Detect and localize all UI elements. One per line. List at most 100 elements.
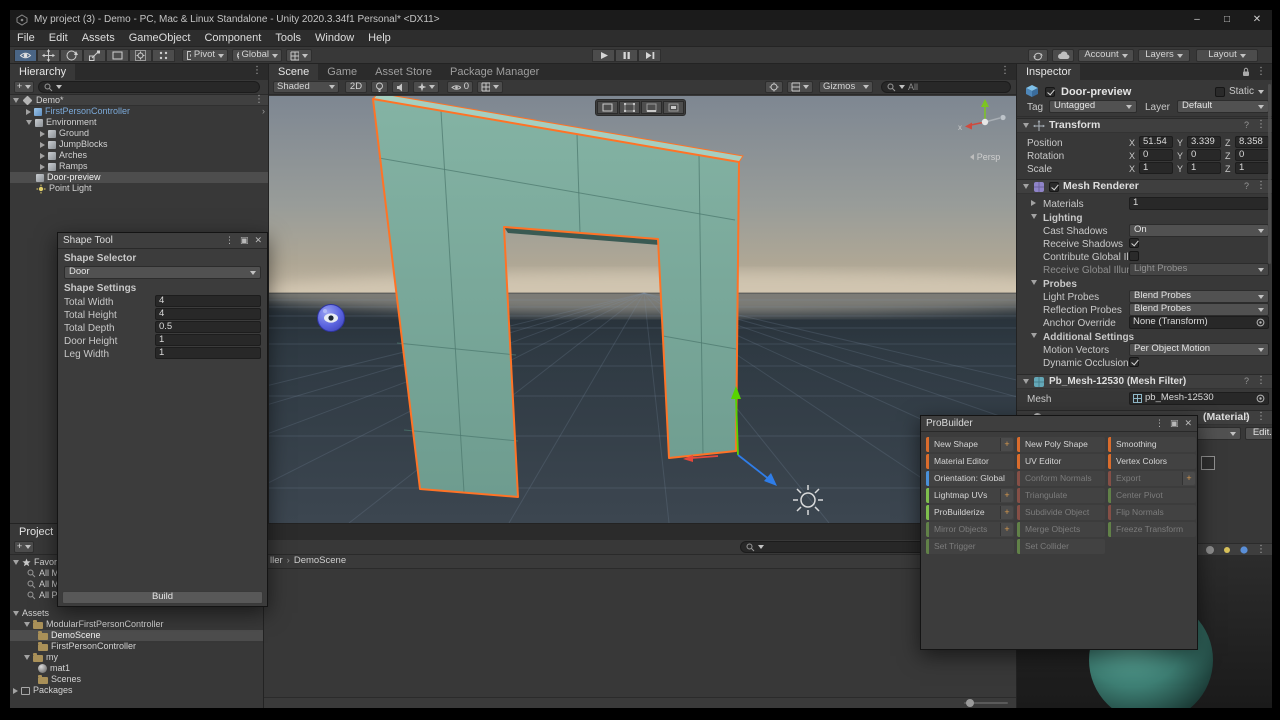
texture-thumbnail[interactable]: [1201, 456, 1215, 470]
help-icon[interactable]: ?: [1244, 181, 1249, 191]
total-depth-field[interactable]: 0.5: [155, 321, 261, 333]
total-height-field[interactable]: 4: [155, 308, 261, 320]
reflection-probes-dropdown[interactable]: Blend Probes: [1129, 303, 1269, 316]
preview-env-icon[interactable]: [1239, 545, 1249, 555]
tag-dropdown[interactable]: Untagged: [1049, 100, 1137, 113]
fold-closed-icon[interactable]: [40, 141, 45, 148]
position-x-field[interactable]: 51.54: [1139, 136, 1173, 148]
contribute-gi-checkbox[interactable]: [1129, 251, 1139, 261]
packages-row[interactable]: Packages: [10, 685, 263, 696]
mode-edge-button[interactable]: [641, 101, 662, 114]
options-plus-button[interactable]: +: [1000, 438, 1013, 451]
view-tool-button[interactable]: [14, 49, 37, 62]
scene-audio-toggle[interactable]: [392, 81, 409, 93]
mode-object-button[interactable]: [597, 101, 618, 114]
object-name[interactable]: Door-preview: [1061, 86, 1131, 99]
folder-row-demoscene[interactable]: DemoScene: [10, 630, 263, 641]
zoom-slider-knob[interactable]: [966, 699, 974, 707]
project-add-button[interactable]: +: [14, 541, 34, 553]
rotation-z-field[interactable]: 0: [1235, 149, 1269, 161]
options-plus-button[interactable]: +: [1000, 506, 1013, 519]
scene-search-input[interactable]: All: [881, 81, 1011, 93]
prefab-open-arrow[interactable]: ›: [262, 106, 265, 116]
gizmos-dropdown[interactable]: Gizmos: [819, 81, 873, 93]
mode-vertex-button[interactable]: [619, 101, 640, 114]
pb-lightmap-uvs-button[interactable]: Lightmap UVs +: [926, 488, 1014, 503]
preview-sphere-icon[interactable]: [1205, 545, 1215, 555]
options-plus-button[interactable]: +: [1000, 489, 1013, 502]
scale-tool-button[interactable]: [83, 49, 106, 62]
scale-z-field[interactable]: 1: [1235, 162, 1269, 174]
leg-width-field[interactable]: 1: [155, 347, 261, 359]
help-icon[interactable]: ?: [1244, 376, 1249, 386]
lock-icon[interactable]: [1242, 67, 1250, 77]
window-maximize-icon[interactable]: ▣: [240, 236, 249, 245]
thumbnail-zoom-slider[interactable]: [964, 699, 1008, 707]
hierarchy-row-environment[interactable]: Environment: [10, 117, 268, 128]
fold-open-icon[interactable]: [13, 560, 19, 565]
options-plus-button[interactable]: +: [1000, 523, 1013, 536]
draw-mode-dropdown[interactable]: Shaded: [273, 81, 339, 93]
grid-snapping-button[interactable]: [286, 49, 312, 62]
object-picker-icon[interactable]: [1256, 394, 1265, 403]
pb-new-poly-shape-button[interactable]: New Poly Shape: [1017, 437, 1105, 452]
hierarchy-search-input[interactable]: [38, 81, 260, 93]
fold-closed-icon[interactable]: [40, 163, 45, 170]
minimize-button[interactable]: –: [1182, 10, 1212, 30]
rotation-x-field[interactable]: 0: [1139, 149, 1173, 161]
mesh-renderer-header[interactable]: Mesh Renderer ? ⋮: [1017, 179, 1272, 194]
scene-viewport-svg[interactable]: [269, 96, 1016, 523]
play-button[interactable]: [592, 49, 615, 62]
static-control[interactable]: Static: [1214, 86, 1264, 98]
hierarchy-menu-icon[interactable]: ⋮: [246, 64, 268, 80]
folder-row-scenes[interactable]: Scenes: [10, 674, 263, 685]
hierarchy-row-ground[interactable]: Ground: [10, 128, 268, 139]
rect-tool-button[interactable]: [106, 49, 129, 62]
probuilder-titlebar[interactable]: ProBuilder ⋮ ▣ ✕: [921, 416, 1197, 432]
hierarchy-row-arches[interactable]: Arches: [10, 150, 268, 161]
breadcrumb-current[interactable]: DemoScene: [294, 555, 346, 567]
fold-open-icon[interactable]: [26, 120, 32, 125]
preview-light-icon[interactable]: [1222, 545, 1232, 555]
menu-file[interactable]: File: [10, 30, 42, 46]
window-close-icon[interactable]: ✕: [254, 236, 262, 245]
window-menu-icon[interactable]: ⋮: [225, 236, 234, 245]
transform-tool-button[interactable]: [129, 49, 152, 62]
pb-uv-editor-button[interactable]: UV Editor: [1017, 454, 1105, 469]
rotate-tool-button[interactable]: [60, 49, 83, 62]
mesh-filter-header[interactable]: Pb_Mesh-12530 (Mesh Filter) ? ⋮: [1017, 374, 1272, 389]
scene-viewport[interactable]: x Persp: [269, 96, 1016, 523]
shape-type-dropdown[interactable]: Door: [64, 266, 261, 279]
global-toggle-button[interactable]: Global: [232, 49, 282, 62]
help-icon[interactable]: ?: [1244, 120, 1249, 130]
receive-shadows-checkbox[interactable]: [1129, 238, 1139, 248]
fold-open-icon[interactable]: [1023, 123, 1029, 128]
hierarchy-row-ramps[interactable]: Ramps: [10, 161, 268, 172]
window-maximize-icon[interactable]: ▣: [1170, 419, 1179, 428]
menu-assets[interactable]: Assets: [75, 30, 122, 46]
hierarchy-row-door-preview[interactable]: Door-preview: [10, 172, 268, 183]
layers-dropdown[interactable]: Layers: [1138, 49, 1190, 62]
fold-closed-icon[interactable]: [13, 687, 18, 694]
door-height-field[interactable]: 1: [155, 334, 261, 346]
orientation-gizmo[interactable]: x: [957, 96, 1013, 148]
transform-header[interactable]: Transform ? ⋮: [1017, 118, 1272, 133]
tab-project[interactable]: Project: [10, 524, 63, 540]
fold-open-icon[interactable]: [24, 655, 30, 660]
custom-tool-button[interactable]: [152, 49, 175, 62]
menu-tools[interactable]: Tools: [268, 30, 308, 46]
tab-inspector[interactable]: Inspector: [1017, 64, 1081, 80]
mesh-object-field[interactable]: pb_Mesh-12530: [1129, 392, 1269, 405]
fold-closed-icon[interactable]: [40, 152, 45, 159]
2d-toggle-button[interactable]: 2D: [345, 81, 367, 93]
position-y-field[interactable]: 3.339: [1187, 136, 1221, 148]
position-z-field[interactable]: 8.358: [1235, 136, 1269, 148]
rotation-y-field[interactable]: 0: [1187, 149, 1221, 161]
pause-button[interactable]: [615, 49, 638, 62]
scene-visibility-toggle[interactable]: 0: [447, 81, 473, 93]
total-width-field[interactable]: 4: [155, 295, 261, 307]
pb-new-shape-button[interactable]: New Shape +: [926, 437, 1014, 452]
component-menu-icon[interactable]: ⋮: [1256, 412, 1266, 422]
dynamic-occlusion-checkbox[interactable]: [1129, 357, 1139, 367]
tab-scene[interactable]: Scene: [269, 64, 319, 80]
